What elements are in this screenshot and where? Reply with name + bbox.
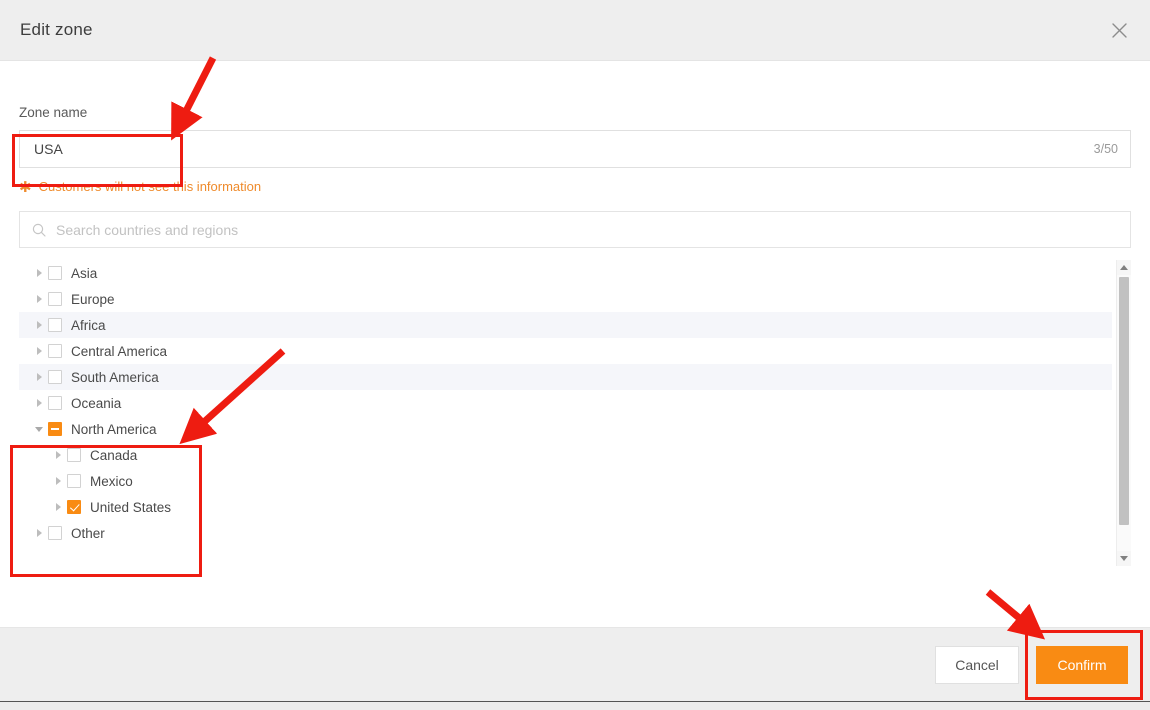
- tree-row-label: Oceania: [71, 395, 122, 411]
- cancel-button[interactable]: Cancel: [935, 645, 1019, 684]
- asterisk-icon: ✱: [19, 179, 32, 196]
- country-search-wrapper: [19, 211, 1131, 248]
- tree-row[interactable]: Europe: [19, 286, 1112, 312]
- tree-row-label: United States: [90, 499, 172, 515]
- chevron-right-icon[interactable]: [30, 295, 48, 303]
- tree-row-checkbox[interactable]: [48, 266, 62, 280]
- tree-row-label: Africa: [71, 317, 106, 333]
- tree-row-label: South America: [71, 369, 159, 385]
- tree-row-checkbox[interactable]: [48, 318, 62, 332]
- country-tree-wrapper: Asia Europe Africa Central America South Ame…: [19, 260, 1131, 566]
- tree-row[interactable]: United States: [19, 494, 1112, 520]
- tree-row-checkbox[interactable]: [48, 526, 62, 540]
- tree-row[interactable]: Other: [19, 520, 1112, 546]
- tree-row-label: Asia: [71, 265, 98, 281]
- zone-name-char-counter: 3/50: [1093, 142, 1118, 156]
- tree-row-checkbox[interactable]: [67, 474, 81, 488]
- tree-row[interactable]: North America: [19, 416, 1112, 442]
- tree-row[interactable]: Central America: [19, 338, 1112, 364]
- caret-up-icon[interactable]: [1117, 260, 1131, 275]
- chevron-right-icon[interactable]: [49, 477, 67, 485]
- modal-header: Edit zone: [0, 0, 1150, 61]
- zone-name-label: Zone name: [19, 105, 88, 120]
- tree-row-label: Canada: [90, 447, 138, 463]
- chevron-right-icon[interactable]: [30, 321, 48, 329]
- tree-scrollbar[interactable]: [1116, 260, 1131, 566]
- page-title: Edit zone: [20, 20, 93, 39]
- tree-row-checkbox[interactable]: [67, 448, 81, 462]
- tree-row-checkbox[interactable]: [48, 292, 62, 306]
- tree-row-checkbox[interactable]: [48, 396, 62, 410]
- tree-row[interactable]: South America: [19, 364, 1112, 390]
- scrollbar-track[interactable]: [1117, 275, 1131, 551]
- modal-footer: Cancel Confirm: [0, 627, 1150, 701]
- modal-body: Zone name 3/50 ✱ Customers will not see …: [0, 61, 1150, 627]
- tree-row[interactable]: Africa: [19, 312, 1112, 338]
- chevron-right-icon[interactable]: [30, 347, 48, 355]
- tree-row-checkbox[interactable]: [48, 422, 62, 436]
- chevron-right-icon[interactable]: [49, 451, 67, 459]
- chevron-right-icon[interactable]: [30, 529, 48, 537]
- warning-text: Customers will not see this information: [38, 179, 262, 194]
- tree-row-label: Mexico: [90, 473, 133, 489]
- close-icon[interactable]: [1106, 17, 1132, 43]
- confirm-button[interactable]: Confirm: [1036, 645, 1128, 684]
- tree-row-label: Europe: [71, 291, 115, 307]
- tree-row[interactable]: Mexico: [19, 468, 1112, 494]
- chevron-down-icon[interactable]: [30, 426, 48, 432]
- chevron-right-icon[interactable]: [30, 373, 48, 381]
- tree-row[interactable]: Asia: [19, 260, 1112, 286]
- zone-name-field-wrapper: 3/50: [19, 130, 1131, 168]
- chevron-right-icon[interactable]: [30, 399, 48, 407]
- tree-row-label: Other: [71, 525, 105, 541]
- search-input[interactable]: [54, 211, 1130, 248]
- zone-name-input[interactable]: [20, 131, 1094, 167]
- chevron-right-icon[interactable]: [49, 503, 67, 511]
- zone-name-warning: ✱ Customers will not see this informatio…: [19, 179, 1131, 196]
- search-icon: [32, 223, 46, 237]
- tree-row-label: North America: [71, 421, 157, 437]
- tree-row[interactable]: Canada: [19, 442, 1112, 468]
- tree-row-checkbox[interactable]: [67, 500, 81, 514]
- tree-row-label: Central America: [71, 343, 168, 359]
- edit-zone-modal: Edit zone Zone name 3/50 ✱ Customers wil…: [0, 0, 1150, 701]
- chevron-right-icon[interactable]: [30, 269, 48, 277]
- tree-row-checkbox[interactable]: [48, 344, 62, 358]
- tree-row[interactable]: Oceania: [19, 390, 1112, 416]
- scrollbar-thumb[interactable]: [1119, 277, 1129, 525]
- tree-row-checkbox[interactable]: [48, 370, 62, 384]
- country-tree[interactable]: Asia Europe Africa Central America South Ame…: [19, 260, 1112, 566]
- caret-down-icon[interactable]: [1117, 551, 1131, 566]
